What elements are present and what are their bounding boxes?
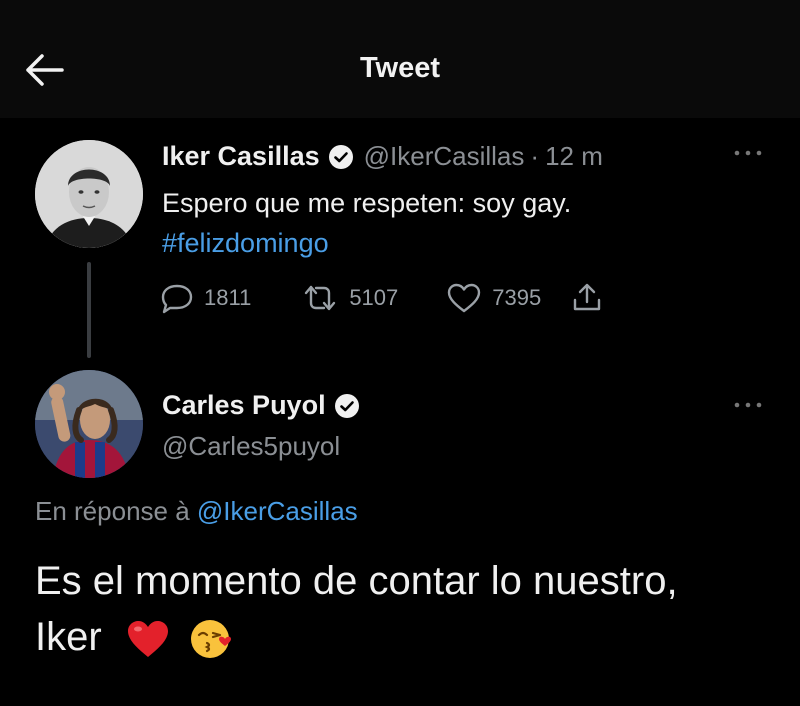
more-options-button[interactable] [732, 146, 764, 165]
reply-prefix: En réponse à [35, 496, 190, 526]
tweet-time[interactable]: 12 m [545, 141, 603, 172]
more-dots-icon [734, 150, 762, 156]
like-count: 7395 [492, 285, 542, 310]
reply-icon [161, 284, 193, 314]
page-title: Tweet [359, 52, 441, 84]
avatar[interactable] [35, 370, 143, 478]
tweet-actions: 1811 5107 7395 [160, 280, 603, 316]
more-options-button[interactable] [732, 398, 764, 417]
top-bar: Tweet [0, 0, 800, 118]
kiss-face-emoji-icon [190, 620, 231, 659]
heart-icon [448, 283, 481, 313]
tweet-text-line-2-row: Iker [35, 609, 775, 665]
author-name[interactable]: Iker Casillas [162, 141, 320, 172]
verified-badge-icon [334, 393, 359, 418]
author-handle[interactable]: @IkerCasillas [364, 141, 525, 172]
reply-count: 1811 [204, 285, 252, 310]
tweet-text: Espero que me respeten: soy gay. [162, 188, 572, 218]
author-handle[interactable]: @Carles5puyol [162, 431, 340, 462]
share-button[interactable] [571, 282, 603, 314]
tweet-text-line-1: Es el momento de contar lo nuestro, [35, 559, 678, 603]
reply-context: En réponse à @IkerCasillas [35, 496, 358, 527]
retweet-count: 5107 [349, 285, 399, 310]
tweet2-author-row: Carles Puyol [162, 390, 360, 421]
tweet-text: Es el momento de contar lo nuestro, Iker [35, 553, 775, 665]
reply-button[interactable]: 1811 [160, 282, 251, 314]
hashtag-link[interactable]: #felizdomingo [162, 224, 329, 262]
avatar[interactable] [35, 140, 143, 248]
author-name[interactable]: Carles Puyol [162, 390, 326, 421]
like-button[interactable]: 7395 [446, 282, 541, 314]
avatar-image [35, 140, 143, 248]
thread-connector [87, 262, 91, 358]
verified-badge-icon [328, 144, 353, 169]
share-icon [574, 283, 601, 311]
more-dots-icon [734, 402, 762, 408]
avatar-image [35, 370, 143, 478]
tweet1-author-row: Iker Casillas @IkerCasillas · 12 m [162, 141, 603, 172]
red-heart-emoji-icon [127, 621, 168, 658]
tweet-text-line-2: Iker [35, 615, 102, 659]
dot-separator: · [530, 141, 540, 171]
retweet-button[interactable]: 5107 [301, 283, 398, 313]
retweet-icon [305, 285, 336, 311]
reply-mention-link[interactable]: @IkerCasillas [197, 496, 358, 526]
